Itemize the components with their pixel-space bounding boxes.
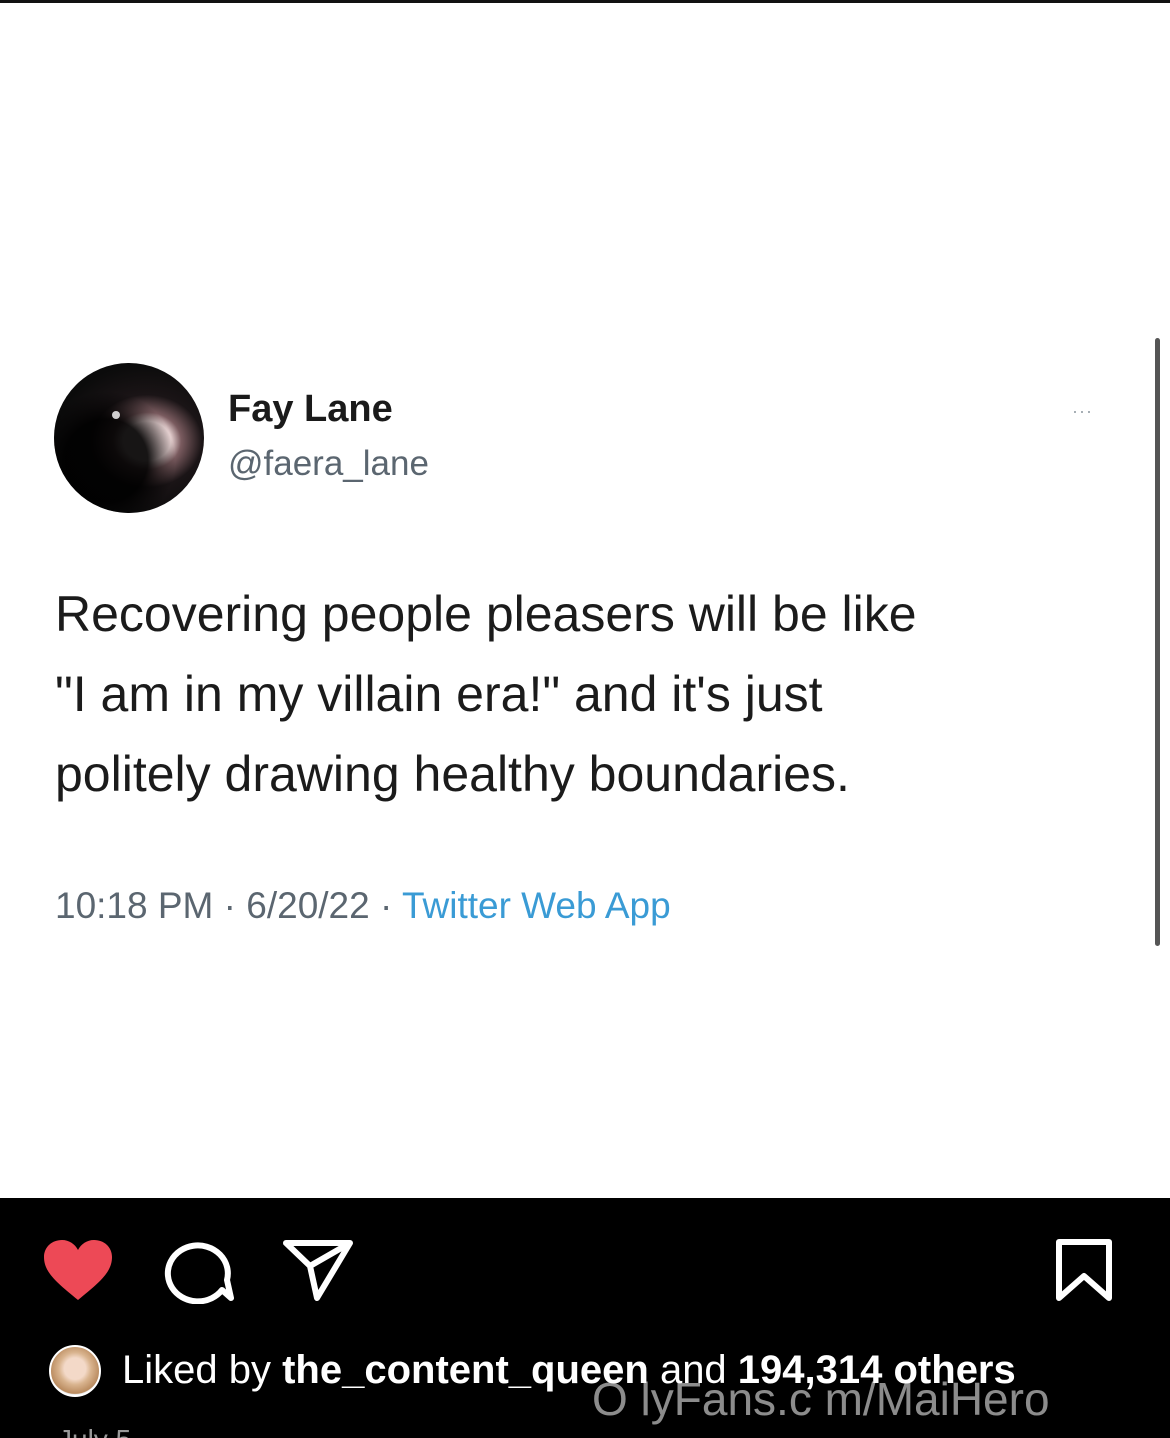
tweet-meta: 10:18 PM · 6/20/22 · Twitter Web App bbox=[55, 885, 671, 926]
tweet-author-handle: @faera_lane bbox=[228, 444, 429, 483]
more-options-icon: ··· bbox=[1072, 401, 1093, 421]
watermark: O lyFans.c m/MaiHero bbox=[592, 1373, 1050, 1425]
tweet-text-line: politely drawing healthy boundaries. bbox=[55, 746, 850, 802]
tweet-text-line: "I am in my villain era!" and it's just bbox=[55, 666, 823, 722]
tweet-text-line: Recovering people pleasers will be like bbox=[55, 586, 917, 642]
bookmark-icon[interactable] bbox=[1054, 1238, 1114, 1302]
liker-avatar[interactable] bbox=[49, 1345, 101, 1397]
tweet-author-avatar bbox=[54, 363, 204, 513]
tweet-time: 10:18 PM bbox=[55, 885, 214, 926]
tweet-date: 6/20/22 bbox=[246, 885, 370, 926]
tweet-text: Recovering people pleasers will be like … bbox=[55, 574, 1115, 814]
post-image[interactable]: Fay Lane @faera_lane ··· Recovering peop… bbox=[0, 3, 1170, 1198]
tweet-author-name: Fay Lane bbox=[228, 388, 393, 430]
post-date: July 5 bbox=[58, 1424, 131, 1438]
heart-filled-icon[interactable] bbox=[42, 1238, 114, 1302]
scrollbar[interactable] bbox=[1155, 338, 1160, 946]
tweet-source: Twitter Web App bbox=[401, 885, 671, 926]
comment-icon[interactable] bbox=[164, 1238, 234, 1304]
share-icon[interactable] bbox=[282, 1238, 354, 1302]
action-bar bbox=[0, 1198, 1170, 1338]
